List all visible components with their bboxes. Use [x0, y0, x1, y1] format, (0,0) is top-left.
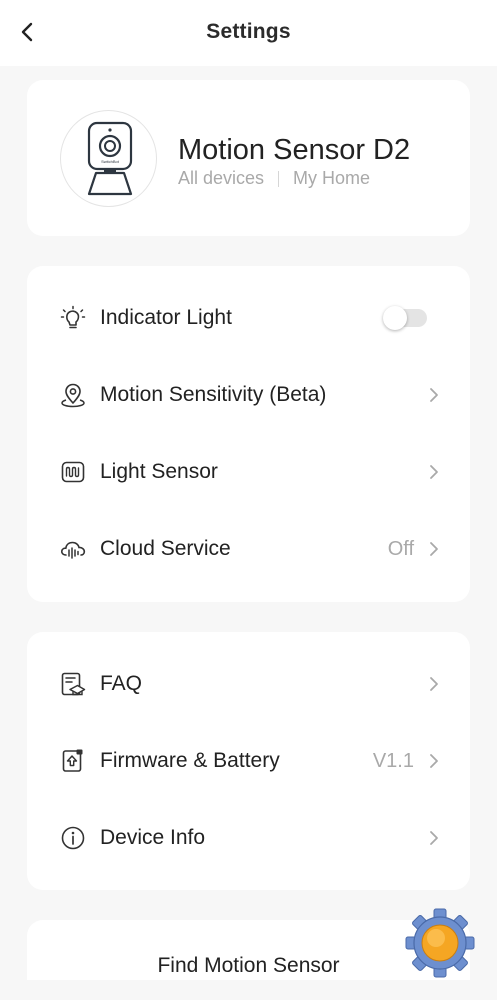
- info-item-label: FAQ: [100, 672, 143, 695]
- device-avatar: SwitchBot: [60, 110, 157, 207]
- toggle-knob: [383, 306, 407, 330]
- chevron-right-icon: [430, 542, 438, 556]
- info-item-device-info[interactable]: Device Info: [27, 808, 470, 868]
- app-header: Settings: [0, 0, 497, 66]
- location-separator: [278, 170, 280, 187]
- settings-item-cloud-service[interactable]: Cloud Service Off: [27, 519, 470, 579]
- firmware-version-value: V1.1: [372, 749, 414, 772]
- location-pin-icon: [61, 383, 85, 408]
- page-title: Settings: [206, 20, 291, 43]
- settings-item-light-sensor[interactable]: Light Sensor: [27, 442, 470, 502]
- indicator-light-toggle[interactable]: [383, 306, 427, 330]
- chevron-right-icon: [430, 388, 438, 402]
- info-circle-icon: [61, 826, 85, 850]
- brand-logo-text: SwitchBot: [101, 159, 120, 164]
- info-item-faq[interactable]: FAQ: [27, 654, 470, 714]
- info-item-firmware-battery[interactable]: Firmware & Battery V1.1: [27, 731, 470, 791]
- lightbulb-icon: [60, 305, 86, 329]
- faq-icon: [61, 672, 86, 696]
- info-card: FAQ Firmware & Battery V1.1 Device Info: [27, 632, 470, 890]
- gear-icon[interactable]: [404, 907, 476, 979]
- cloud-icon: [60, 541, 86, 559]
- device-name: Motion Sensor D2: [178, 134, 411, 166]
- settings-item-label: Cloud Service: [100, 537, 231, 560]
- light-sensor-icon: [61, 461, 85, 483]
- chevron-right-icon: [430, 677, 438, 691]
- firmware-upload-icon: [62, 749, 83, 772]
- settings-item-indicator-light[interactable]: Indicator Light: [27, 288, 470, 348]
- info-item-label: Device Info: [100, 826, 206, 849]
- location-all-devices[interactable]: All devices: [178, 168, 264, 189]
- device-location: All devices My Home: [178, 168, 370, 189]
- settings-item-motion-sensitivity[interactable]: Motion Sensitivity (Beta): [27, 365, 470, 425]
- chevron-right-icon: [430, 754, 438, 768]
- camera-sensor-icon: SwitchBot: [87, 121, 133, 196]
- settings-item-label: Indicator Light: [100, 306, 232, 329]
- settings-item-label: Light Sensor: [100, 460, 218, 483]
- device-card[interactable]: SwitchBot Motion Sensor D2 All devices M…: [27, 80, 470, 236]
- chevron-right-icon: [430, 465, 438, 479]
- chevron-right-icon: [430, 831, 438, 845]
- settings-card: Indicator Light Motion Sensitivity (Beta…: [27, 266, 470, 602]
- cloud-service-value: Off: [387, 537, 414, 560]
- location-home[interactable]: My Home: [293, 168, 370, 189]
- info-item-label: Firmware & Battery: [100, 749, 280, 772]
- settings-item-label: Motion Sensitivity (Beta): [100, 383, 327, 406]
